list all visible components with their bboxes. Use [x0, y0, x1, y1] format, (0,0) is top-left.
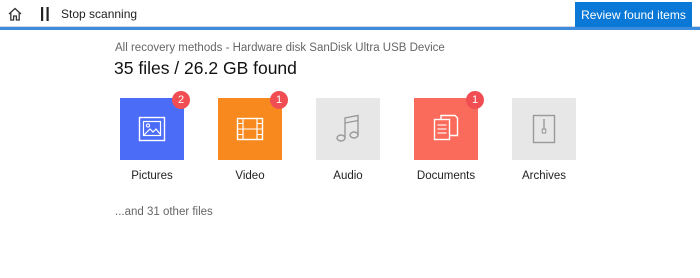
film-icon	[236, 117, 264, 141]
music-note-icon	[336, 114, 359, 142]
video-count-badge: 1	[270, 91, 288, 109]
category-audio[interactable]: Audio	[316, 98, 388, 198]
pictures-count-badge: 2	[172, 91, 190, 109]
pause-button[interactable]	[38, 4, 52, 24]
review-found-items-button[interactable]: Review found items	[575, 2, 692, 28]
home-button[interactable]	[4, 3, 26, 25]
video-tile[interactable]	[218, 98, 282, 160]
video-label: Video	[235, 170, 265, 182]
stop-scanning-label[interactable]: Stop scanning	[61, 7, 137, 21]
archive-icon	[532, 114, 556, 144]
category-archives[interactable]: Archives	[512, 98, 584, 198]
pause-icon	[41, 7, 49, 21]
toolbar: Stop scanning Review found items	[0, 0, 700, 28]
archives-label: Archives	[521, 170, 567, 182]
category-video[interactable]: 1 Video	[218, 91, 290, 198]
files-found-headline: 35 files / 26.2 GB found	[114, 58, 297, 78]
home-icon	[8, 7, 22, 21]
audio-tile[interactable]	[316, 98, 380, 160]
category-pictures[interactable]: 2 Pictures	[120, 91, 192, 198]
documents-count-badge: 1	[466, 91, 484, 109]
archives-tile[interactable]	[512, 98, 576, 160]
category-documents[interactable]: 1 Documents	[414, 91, 486, 198]
scan-source-subtitle: All recovery methods - Hardware disk San…	[115, 42, 445, 54]
pictures-tile[interactable]	[120, 98, 184, 160]
documents-icon	[433, 114, 459, 141]
audio-label: Audio	[333, 170, 363, 182]
pictures-label: Pictures	[131, 170, 173, 182]
documents-label: Documents	[416, 170, 476, 182]
other-files-link[interactable]: ...and 31 other files	[115, 206, 213, 218]
documents-tile[interactable]	[414, 98, 478, 160]
scan-progress-bar	[0, 27, 700, 30]
image-icon	[138, 116, 166, 142]
